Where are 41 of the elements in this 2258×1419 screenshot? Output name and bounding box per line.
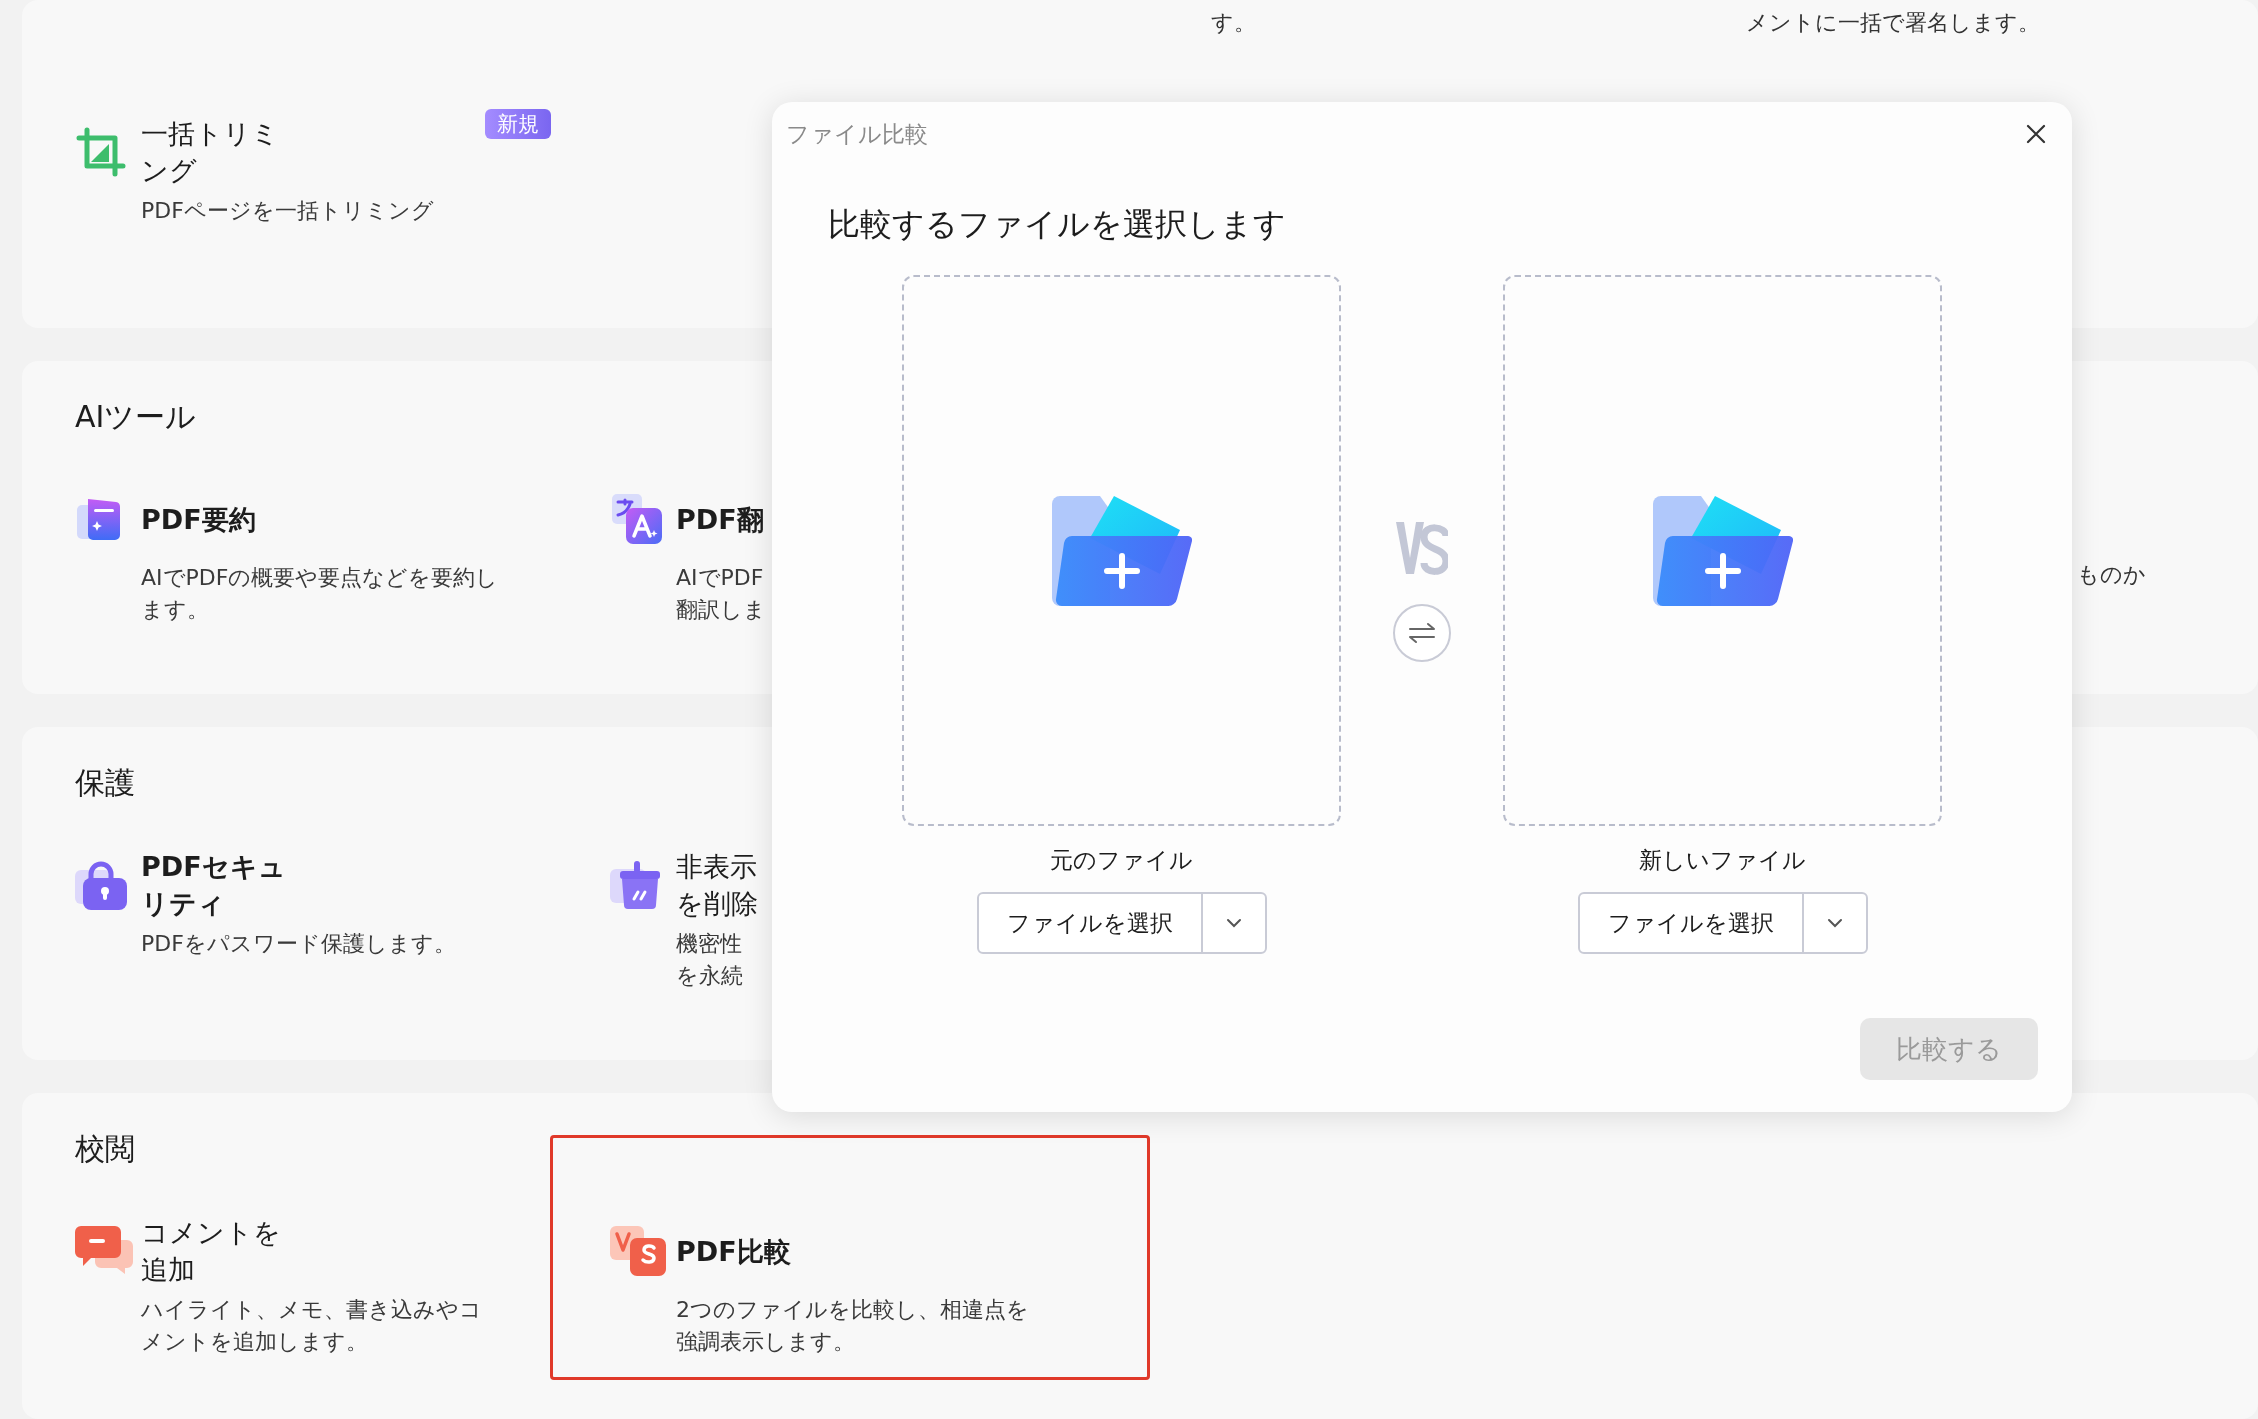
tool-description: AIでPDF 翻訳しま	[675, 564, 767, 624]
eraser-icon	[610, 861, 662, 909]
section-title: 保護	[75, 764, 136, 802]
swap-arrows-icon	[1407, 622, 1437, 644]
chat-bubbles-icon	[75, 1226, 133, 1276]
new-badge: 新規	[485, 109, 551, 139]
tool-description: 2つのファイルを比較し、相違点を 強調表示します。	[675, 1296, 1030, 1356]
translate-icon	[610, 492, 664, 546]
section-title: AIツール	[75, 398, 198, 436]
description-fragment: す。	[1210, 9, 1257, 37]
tool-title[interactable]: 非表示 を削除	[676, 848, 758, 922]
tool-title[interactable]: PDF要約	[141, 500, 256, 538]
tool-description: 機密性 を永続	[675, 930, 744, 990]
tool-title[interactable]: コメントを 追加	[141, 1214, 281, 1288]
swap-button[interactable]	[1393, 604, 1451, 662]
tool-title[interactable]: 一括トリミ ング	[141, 115, 279, 189]
dialog-heading: 比較するファイルを選択します	[828, 204, 1287, 245]
folder-add-icon	[1652, 495, 1793, 606]
tool-description: PDFをパスワード保護します。	[140, 930, 457, 958]
tool-card[interactable]: PDF比較 2つのファイルを比較し、相違点を 強調表示します。	[550, 1135, 1150, 1380]
vs-icon	[1396, 520, 1448, 576]
tool-title[interactable]: PDF比較	[676, 1232, 791, 1270]
lock-icon	[75, 860, 127, 910]
crop-icon	[75, 126, 127, 178]
tool-description: ハイライト、メモ、書き込みやコ メントを追加します。	[140, 1296, 483, 1356]
description-fragment: メントに一括で署名します。	[1745, 9, 2041, 37]
chevron-down-icon	[1225, 918, 1242, 928]
tool-description: PDFページを一括トリミング	[140, 197, 435, 225]
tool-title[interactable]: PDF翻	[676, 500, 764, 538]
dialog-title: ファイル比較	[786, 119, 928, 149]
file-label: 元のファイル	[1050, 846, 1193, 875]
section-title: 校閲	[75, 1130, 136, 1168]
tool-title[interactable]: PDFセキュ リティ	[141, 848, 286, 922]
folder-add-icon	[1051, 495, 1192, 606]
chevron-down-icon	[1826, 918, 1843, 928]
description-fragment: ものか	[2076, 561, 2147, 589]
file-label: 新しいファイル	[1639, 846, 1806, 875]
tool-description: AIでPDFの概要や要点などを要約し ます。	[140, 564, 500, 624]
file-drop-zone[interactable]	[1503, 275, 1942, 826]
compare-vs-icon	[610, 1226, 666, 1276]
file-drop-zone[interactable]	[902, 275, 1341, 826]
